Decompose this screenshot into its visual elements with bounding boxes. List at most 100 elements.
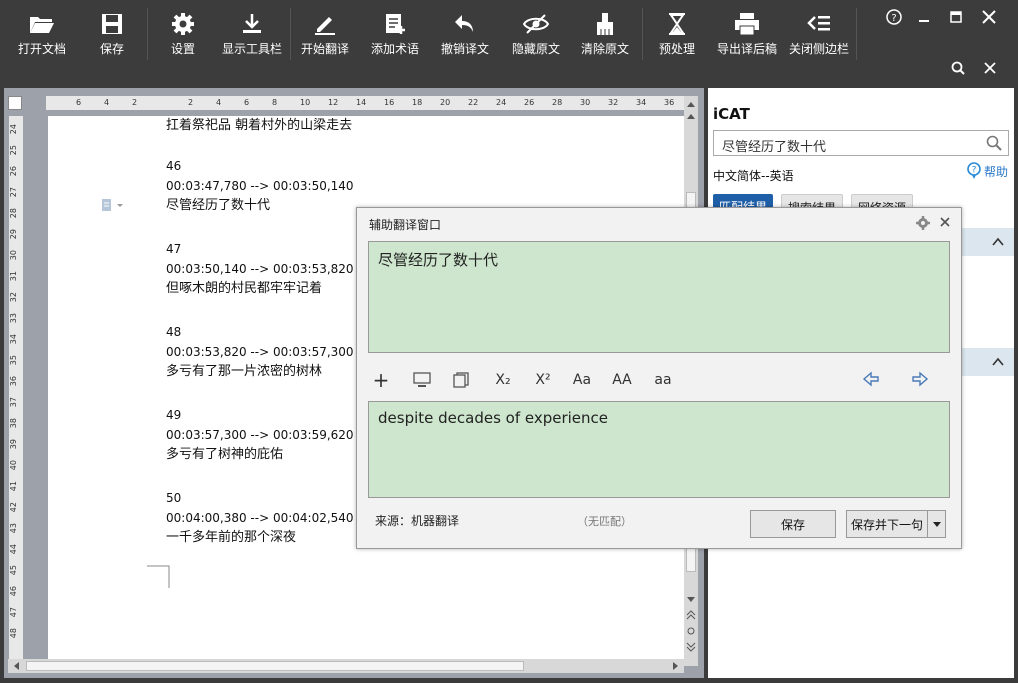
insert-button[interactable]: + xyxy=(371,368,391,392)
horizontal-scrollbar[interactable] xyxy=(8,659,684,673)
preprocess-button[interactable]: 预处理 xyxy=(650,0,704,62)
subtitle-segment: 49 00:03:57,300 --> 00:03:59,620 多亏有了树神的… xyxy=(166,405,354,465)
export-translation-button[interactable]: 导出译后稿 xyxy=(712,0,782,62)
help-icon: ? xyxy=(886,9,902,25)
close-panel-button[interactable] xyxy=(980,58,1000,78)
folder-open-icon xyxy=(29,12,55,36)
segment-index: 47 xyxy=(166,242,182,256)
next-page-icon[interactable] xyxy=(686,642,696,652)
subtitle-segment: 46 00:03:47,780 --> 00:03:50,140 尽管经历了数十… xyxy=(166,156,354,216)
close-icon xyxy=(984,62,996,74)
target-text: despite decades of experience xyxy=(378,409,609,427)
ruler-tick: 22 xyxy=(468,98,479,107)
save-next-dropdown[interactable] xyxy=(927,511,945,537)
ruler-tick: 44 xyxy=(9,544,18,555)
maximize-icon xyxy=(950,11,962,23)
search-toggle-button[interactable] xyxy=(948,58,968,78)
ruler-tick: 6 xyxy=(244,98,250,107)
scroll-right-icon[interactable] xyxy=(670,661,680,671)
arrow-left-icon[interactable] xyxy=(862,370,880,388)
close-icon[interactable] xyxy=(939,216,951,228)
ruler-tab-selector[interactable] xyxy=(8,96,22,110)
help-link[interactable]: ? 帮助 xyxy=(966,162,1008,180)
toolbar-separator xyxy=(856,8,857,60)
vertical-ruler[interactable]: 24 25 26 27 28 29 30 31 32 33 34 35 36 37 38 39 40 41 42 43… xyxy=(9,116,23,668)
select-browse-icon[interactable] xyxy=(686,626,696,636)
ruler-tick: 4 xyxy=(104,98,110,107)
ruler-tick: 30 xyxy=(9,250,18,261)
segment-note-icon[interactable] xyxy=(100,198,128,212)
scroll-left-icon[interactable] xyxy=(12,661,22,671)
subtitle-segment: 48 00:03:53,820 --> 00:03:57,300 多亏有了那一片… xyxy=(166,322,354,382)
save-next-label: 保存并下一句 xyxy=(851,517,924,532)
show-toolbar-button[interactable]: 显示工具栏 xyxy=(218,0,286,62)
ruler-tick: 40 xyxy=(9,460,18,471)
ruler-tick: 45 xyxy=(9,565,18,576)
source-text-box[interactable]: 尽管经历了数十代 xyxy=(368,241,950,353)
segment-timecode: 00:03:50,140 --> 00:03:53,820 xyxy=(166,262,354,276)
help-button[interactable]: ? xyxy=(884,7,904,27)
scroll-up-icon[interactable] xyxy=(686,100,696,110)
undo-translation-button[interactable]: 撤销译文 xyxy=(434,0,496,62)
subscript-button[interactable]: X₂ xyxy=(491,370,515,390)
chevron-up-icon[interactable] xyxy=(992,237,1004,247)
source-text: 尽管经历了数十代 xyxy=(378,251,499,269)
open-document-button[interactable]: 打开文档 xyxy=(12,0,72,62)
clear-source-button[interactable]: 清除原文 xyxy=(574,0,636,62)
uppercase-button[interactable]: AA xyxy=(608,370,636,390)
segment-text[interactable]: 扛着祭祀品 朝着村外的山梁走去 xyxy=(166,116,352,136)
ruler-tick: 39 xyxy=(9,439,18,450)
superscript-button[interactable]: X² xyxy=(531,370,555,390)
sidebar-search-input[interactable]: 尽管经历了数十代 xyxy=(713,130,1009,156)
chevron-up-icon[interactable] xyxy=(992,357,1004,367)
segment-text[interactable]: 尽管经历了数十代 xyxy=(166,196,354,216)
scrollbar-thumb[interactable] xyxy=(26,661,524,671)
chevron-down-icon xyxy=(932,522,941,527)
target-text-box[interactable]: despite decades of experience xyxy=(368,401,950,498)
ruler-tick: 41 xyxy=(9,481,18,492)
horizontal-ruler[interactable]: 6 4 2 2 4 6 8 10 12 14 16 18 20 22 24 26 28 30 32 34 36 xyxy=(46,96,686,110)
copy-icon[interactable] xyxy=(453,372,469,388)
ruler-tick: 28 xyxy=(552,98,563,107)
segment-text[interactable]: 多亏有了那一片浓密的树林 xyxy=(166,362,354,382)
start-translation-label: 开始翻译 xyxy=(300,42,349,56)
close-window-button[interactable] xyxy=(978,6,1000,28)
maximize-button[interactable] xyxy=(946,7,966,27)
search-icon[interactable] xyxy=(986,135,1002,151)
eye-off-icon xyxy=(523,12,549,36)
save-button[interactable]: 保存 xyxy=(84,0,140,62)
segment-text[interactable]: 多亏有了树神的庇佑 xyxy=(166,445,354,465)
ruler-tick: 36 xyxy=(664,98,675,107)
hide-source-button[interactable]: 隐藏原文 xyxy=(505,0,567,62)
minimize-button[interactable] xyxy=(914,7,934,27)
settings-button[interactable]: 设置 xyxy=(155,0,211,62)
segment-text[interactable]: 但啄木朗的村民都牢牢记着 xyxy=(166,279,354,299)
ruler-tick: 12 xyxy=(328,98,339,107)
close-icon xyxy=(982,10,996,24)
save-button[interactable]: 保存 xyxy=(750,510,836,538)
scroll-up-icon[interactable] xyxy=(686,112,696,122)
arrow-right-icon[interactable] xyxy=(911,370,929,388)
ruler-tick: 35 xyxy=(9,355,18,366)
download-icon xyxy=(242,12,262,36)
sidebar-title: iCAT xyxy=(713,105,750,123)
gear-icon[interactable] xyxy=(915,215,931,231)
segment-text[interactable]: 一千多年前的那个深夜 xyxy=(166,528,354,548)
start-translation-button[interactable]: 开始翻译 xyxy=(294,0,356,62)
close-sidebar-button[interactable]: 关闭侧边栏 xyxy=(786,0,852,62)
toolbar-separator xyxy=(642,8,643,60)
save-next-button[interactable]: 保存并下一句 xyxy=(846,510,946,538)
search-input-value: 尽管经历了数十代 xyxy=(722,140,827,155)
segment-index: 49 xyxy=(166,408,182,422)
ruler-tick: 16 xyxy=(384,98,395,107)
lowercase-button[interactable]: aa xyxy=(650,370,676,390)
ruler-tick: 27 xyxy=(9,187,18,198)
ruler-tick: 34 xyxy=(636,98,647,107)
scroll-down-icon[interactable] xyxy=(686,594,696,604)
prev-page-icon[interactable] xyxy=(686,610,696,620)
ruler-tick: 26 xyxy=(524,98,535,107)
close-sidebar-label: 关闭侧边栏 xyxy=(788,42,849,56)
add-term-button[interactable]: 添加术语 xyxy=(364,0,426,62)
capitalize-button[interactable]: Aa xyxy=(569,370,595,390)
monitor-icon[interactable] xyxy=(413,372,431,388)
